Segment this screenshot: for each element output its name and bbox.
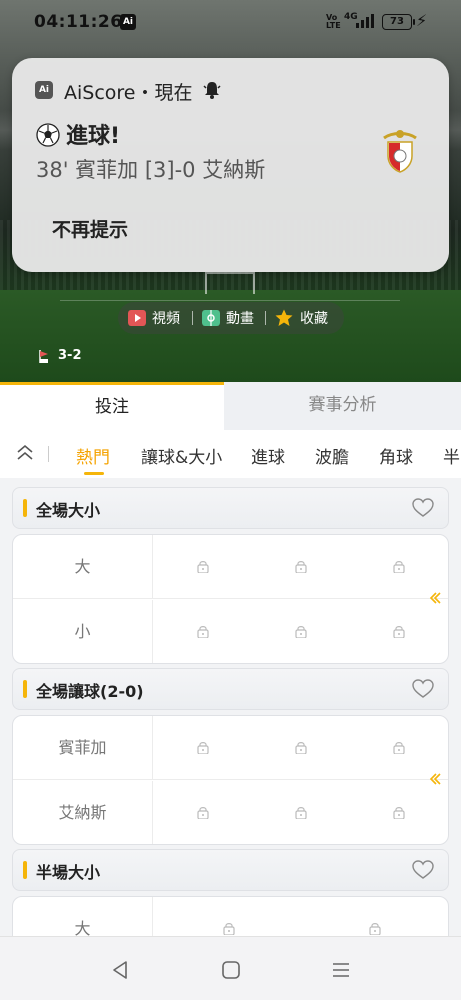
bell-icon — [203, 82, 221, 99]
notification-app-name: AiScore・現在 — [64, 82, 193, 104]
market-header[interactable]: 全場大小 — [12, 487, 449, 529]
accent-bar — [23, 680, 27, 698]
app-icon: Ai — [35, 81, 53, 99]
lock-icon — [393, 626, 405, 638]
aiscore-status-icon: Ai — [120, 14, 136, 30]
category-handicap-overunder[interactable]: 讓球&大小 — [141, 443, 222, 468]
active-category-indicator — [84, 472, 104, 475]
row-label: 小 — [13, 600, 153, 663]
market-header[interactable]: 全場讓球(2-0) — [12, 668, 449, 710]
football-icon — [36, 123, 60, 147]
lock-icon — [393, 561, 405, 573]
back-icon[interactable] — [110, 959, 132, 981]
market-row: 大 — [13, 897, 448, 936]
media-actions: 視頻 動畫 收藏 — [118, 302, 344, 334]
divider — [192, 311, 193, 325]
category-hot[interactable]: 熱門 — [76, 443, 110, 468]
signal-icon — [356, 14, 374, 28]
market-title: 全場大小 — [36, 501, 101, 520]
lock-icon — [295, 561, 307, 573]
pitch-line — [60, 300, 400, 301]
category-goals[interactable]: 進球 — [251, 443, 285, 468]
market-title: 半場大小 — [36, 863, 101, 882]
market-row: 賓菲加 — [13, 716, 448, 780]
lock-icon — [295, 807, 307, 819]
lock-icon — [393, 807, 405, 819]
market-card: 大 — [12, 896, 449, 936]
corner-flag-icon — [39, 350, 48, 363]
tab-match-analysis[interactable]: 賽事分析 — [224, 382, 461, 430]
star-icon[interactable] — [275, 309, 293, 327]
notification-body: 38' 賓菲加 [3]-0 艾納斯 — [36, 158, 266, 182]
category-bar: 熱門 讓球&大小 進球 波膽 角球 半 — [0, 432, 461, 478]
market-row: 艾納斯 — [13, 781, 448, 844]
club-crest-icon — [383, 130, 417, 173]
category-half[interactable]: 半 — [443, 443, 460, 468]
animation-icon[interactable] — [202, 309, 220, 327]
heart-icon[interactable] — [412, 679, 434, 699]
row-label: 艾納斯 — [13, 781, 153, 844]
lock-icon — [369, 923, 381, 935]
notification-title-text: 進球! — [66, 124, 121, 149]
goal-frame — [205, 272, 255, 294]
markets-list: 全場大小 大 小 全場讓球(2-0) 賓菲加 艾納斯 半場大小 大 — [0, 478, 461, 936]
status-bar: 04:11:26 Ai Vo LTE 4G 73 ⚡ — [0, 0, 461, 44]
accent-bar — [23, 861, 27, 879]
accent-bar — [23, 499, 27, 517]
heart-icon[interactable] — [412, 498, 434, 518]
category-corners[interactable]: 角球 — [379, 443, 413, 468]
lock-icon — [197, 807, 209, 819]
divider — [48, 446, 49, 462]
market-row: 大 — [13, 535, 448, 599]
battery-icon: 73 — [382, 14, 415, 30]
category-correct-score[interactable]: 波膽 — [315, 443, 349, 468]
tab-bet[interactable]: 投注 — [0, 382, 224, 430]
lock-icon — [197, 742, 209, 754]
favorite-button[interactable]: 收藏 — [300, 308, 328, 328]
heart-icon[interactable] — [412, 860, 434, 880]
home-icon[interactable] — [220, 959, 242, 981]
clock: 04:11:26 — [34, 12, 123, 32]
volte-icon: Vo LTE — [326, 13, 341, 30]
row-label: 大 — [13, 897, 153, 936]
goal-notification[interactable]: Ai AiScore・現在 進球! 38' 賓菲加 [3]-0 艾納斯 不再提示 — [12, 58, 449, 272]
market-card: 賓菲加 艾納斯 — [12, 715, 449, 845]
lock-icon — [295, 626, 307, 638]
lock-icon — [197, 561, 209, 573]
video-icon[interactable] — [128, 309, 146, 327]
market-header[interactable]: 半場大小 — [12, 849, 449, 891]
video-button[interactable]: 視頻 — [152, 308, 180, 328]
lock-icon — [197, 626, 209, 638]
row-label: 大 — [13, 535, 153, 599]
corner-score: 3-2 — [58, 348, 82, 363]
expand-left-icon[interactable] — [428, 772, 442, 786]
market-row: 小 — [13, 600, 448, 663]
system-nav-bar — [0, 936, 461, 1000]
row-label: 賓菲加 — [13, 716, 153, 780]
divider — [265, 311, 266, 325]
notification-title: 進球! — [36, 118, 120, 150]
animation-button[interactable]: 動畫 — [226, 308, 254, 328]
lock-icon — [223, 923, 235, 935]
recents-icon[interactable] — [330, 959, 352, 981]
main-tabs: 投注 賽事分析 — [0, 382, 461, 430]
lock-icon — [393, 742, 405, 754]
collapse-icon[interactable] — [14, 442, 36, 464]
dismiss-button[interactable]: 不再提示 — [52, 215, 128, 242]
expand-left-icon[interactable] — [428, 591, 442, 605]
market-card: 大 小 — [12, 534, 449, 664]
lock-icon — [295, 742, 307, 754]
market-title: 全場讓球(2-0) — [36, 682, 144, 701]
charging-icon: ⚡ — [416, 11, 428, 30]
